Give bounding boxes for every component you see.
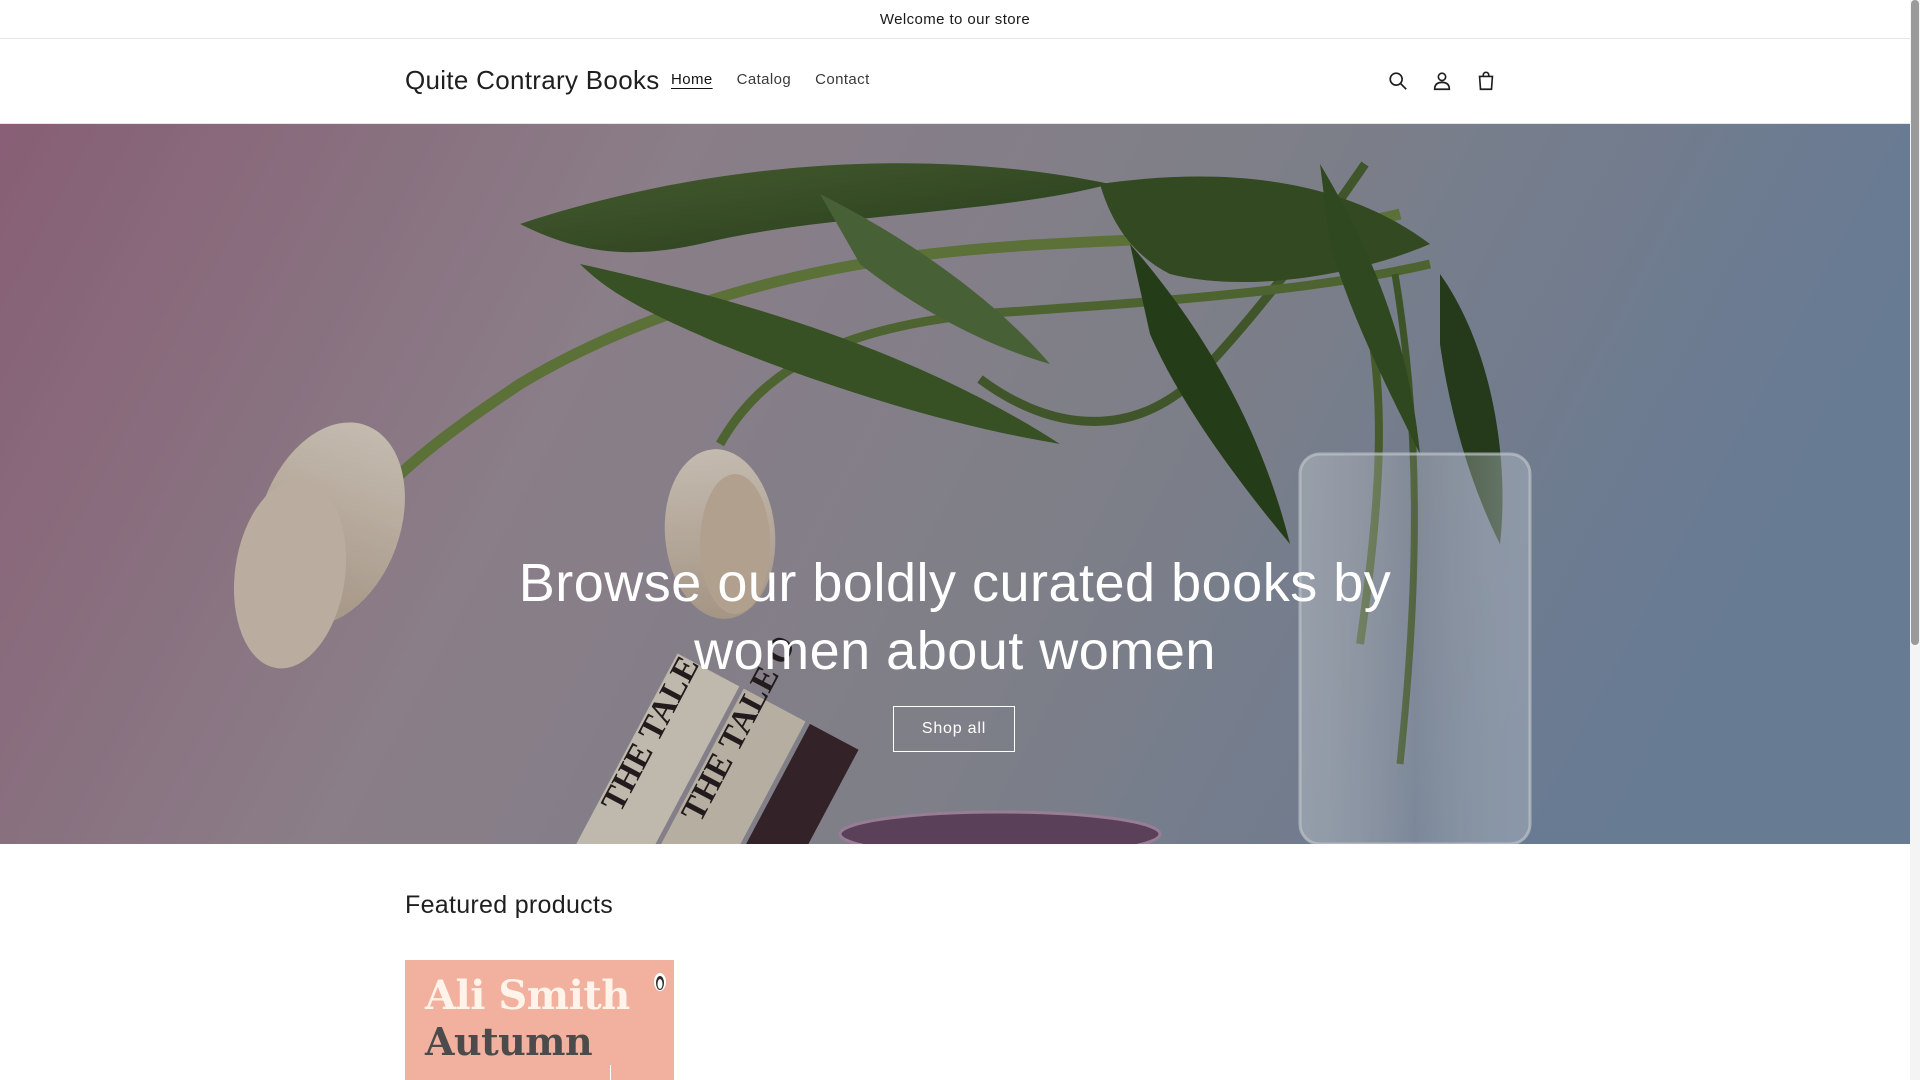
site-header: Quite Contrary Books Home Catalog Contac…	[0, 39, 1910, 124]
cart-button[interactable]	[1464, 59, 1508, 103]
header-icons	[1376, 59, 1508, 103]
main-nav: Home Catalog Contact	[659, 67, 882, 93]
announcement-bar: Welcome to our store	[0, 0, 1910, 39]
announcement-text: Welcome to our store	[879, 10, 1031, 28]
scrollbar-thumb[interactable]	[1911, 0, 1919, 645]
nav-catalog[interactable]: Catalog	[725, 67, 804, 93]
store-logo[interactable]: Quite Contrary Books	[405, 62, 660, 98]
cover-divider	[610, 1065, 611, 1080]
hero-title: Browse our boldly curated books by women…	[518, 553, 1392, 681]
hero-banner: THE TALE THE TALE O Browse our boldly cu…	[0, 124, 1910, 844]
account-button[interactable]	[1420, 59, 1464, 103]
product-card[interactable]: Ali Smith Autumn	[405, 960, 674, 1080]
account-icon	[1433, 72, 1451, 91]
product-cover-author: Ali Smith	[425, 972, 630, 1019]
search-button[interactable]	[1376, 59, 1420, 103]
nav-contact[interactable]: Contact	[803, 67, 882, 93]
cart-icon	[1478, 71, 1494, 91]
shop-all-button[interactable]: Shop all	[893, 706, 1015, 752]
product-cover-title: Autumn	[425, 1019, 593, 1064]
featured-heading: Featured products	[405, 891, 613, 919]
search-icon	[1389, 72, 1407, 90]
nav-home[interactable]: Home	[659, 67, 725, 93]
penguin-logo-icon	[654, 973, 666, 991]
page-scrollbar[interactable]	[1910, 0, 1920, 1080]
